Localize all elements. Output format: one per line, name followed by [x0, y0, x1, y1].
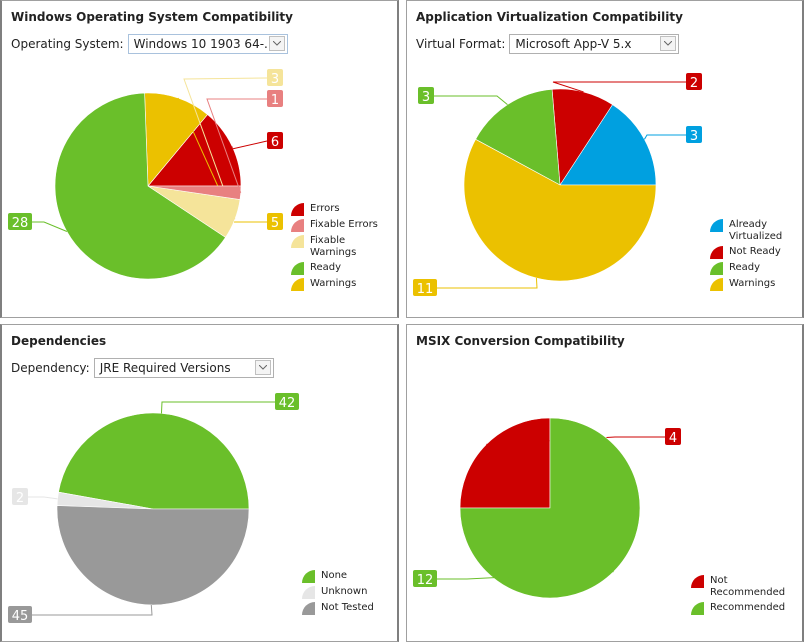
data-label-fixable-errors: 1: [271, 93, 279, 108]
label-connector-already-virtualized: [644, 134, 686, 140]
legend-label: Ready: [310, 262, 342, 273]
legend-item-not-ready[interactable]: Not Ready: [710, 246, 799, 259]
label-connector-ready: [434, 95, 508, 106]
legend-swatch-icon: [291, 235, 304, 248]
legend-swatch-icon: [291, 203, 304, 216]
legend-label: Not Tested: [321, 602, 374, 613]
data-label-not-ready: 2: [690, 76, 698, 91]
legend-swatch-icon: [710, 219, 723, 232]
legend-item-none[interactable]: None: [302, 570, 374, 583]
legend-item-recommended[interactable]: Recommended: [691, 602, 786, 615]
legend-item-unknown[interactable]: Unknown: [302, 586, 374, 599]
legend: Already Virtualized Not Ready Ready Warning…: [710, 219, 799, 294]
data-label-ready: 28: [12, 216, 29, 231]
data-label-not-recommended: 4: [669, 431, 677, 446]
legend-swatch-icon: [302, 570, 315, 583]
legend-item-errors[interactable]: Errors: [291, 203, 380, 216]
legend-label: Already Virtualized: [729, 219, 783, 242]
dependencies-panel: Dependencies Dependency: JRE Required Ve…: [0, 324, 399, 642]
legend-swatch-icon: [710, 278, 723, 291]
data-label-fixable-warnings: 3: [271, 72, 279, 87]
legend-label: Fixable Warnings: [310, 235, 357, 258]
legend-item-fixable-warnings[interactable]: Fixable Warnings: [291, 235, 380, 259]
legend-label: None: [321, 570, 348, 581]
legend-label: Not Ready: [729, 246, 781, 257]
legend-swatch-icon: [710, 246, 723, 259]
label-connector-unknown: [28, 496, 58, 500]
legend-swatch-icon: [291, 278, 304, 291]
legend-label: Not Recommended: [710, 575, 786, 598]
legend-item-warnings[interactable]: Warnings: [291, 278, 380, 291]
pie-slice-not-tested[interactable]: [56, 505, 250, 606]
legend-item-already-virtualized[interactable]: Already Virtualized: [710, 219, 799, 243]
legend: Errors Fixable Errors Fixable Warnings Read…: [291, 203, 380, 294]
label-connector-not-tested: [32, 604, 153, 616]
legend-swatch-icon: [710, 262, 723, 275]
legend-item-not-tested[interactable]: Not Tested: [302, 602, 374, 615]
pie-slice-not-recommended[interactable]: [459, 417, 551, 509]
pie-slice-none[interactable]: [58, 412, 250, 510]
legend-swatch-icon: [302, 602, 315, 615]
legend: Not Recommended Recommended: [691, 575, 786, 618]
data-label-none: 42: [279, 396, 296, 411]
data-label-ready: 3: [422, 90, 430, 105]
legend-item-ready[interactable]: Ready: [291, 262, 380, 275]
label-connector-ready: [32, 221, 68, 232]
legend-item-warnings[interactable]: Warnings: [710, 278, 799, 291]
legend-label: Fixable Errors: [310, 219, 378, 230]
data-label-already-virtualized: 3: [690, 129, 698, 144]
legend-item-not-recommended[interactable]: Not Recommended: [691, 575, 786, 599]
legend-swatch-icon: [691, 575, 704, 588]
label-connector-errors: [231, 140, 268, 150]
data-label-unknown: 2: [16, 491, 24, 506]
label-connector-none: [160, 401, 275, 414]
label-connector-warnings: [437, 278, 538, 289]
legend-label: Recommended: [710, 602, 786, 613]
legend: None Unknown Not Tested: [302, 570, 374, 618]
legend-item-ready[interactable]: Ready: [710, 262, 799, 275]
data-label-warnings: 11: [417, 282, 434, 297]
legend-label: Ready: [729, 262, 761, 273]
msix-conversion-panel: MSIX Conversion Compatibility 4 12 Not Re…: [406, 324, 804, 642]
legend-swatch-icon: [291, 262, 304, 275]
legend-label: Warnings: [729, 278, 776, 289]
legend-swatch-icon: [302, 586, 315, 599]
data-label-recommended: 12: [417, 573, 434, 588]
legend-item-fixable-errors[interactable]: Fixable Errors: [291, 219, 380, 232]
os-compatibility-panel: Windows Operating System Compatibility O…: [0, 0, 399, 318]
data-label-warnings: 5: [271, 216, 279, 231]
app-virtualization-panel: Application Virtualization Compatibility…: [406, 0, 804, 318]
legend-swatch-icon: [291, 219, 304, 232]
data-label-not-tested: 45: [12, 609, 29, 624]
legend-label: Warnings: [310, 278, 357, 289]
legend-label: Errors: [310, 203, 340, 214]
data-label-errors: 6: [271, 135, 279, 150]
legend-label: Unknown: [321, 586, 368, 597]
legend-swatch-icon: [691, 602, 704, 615]
